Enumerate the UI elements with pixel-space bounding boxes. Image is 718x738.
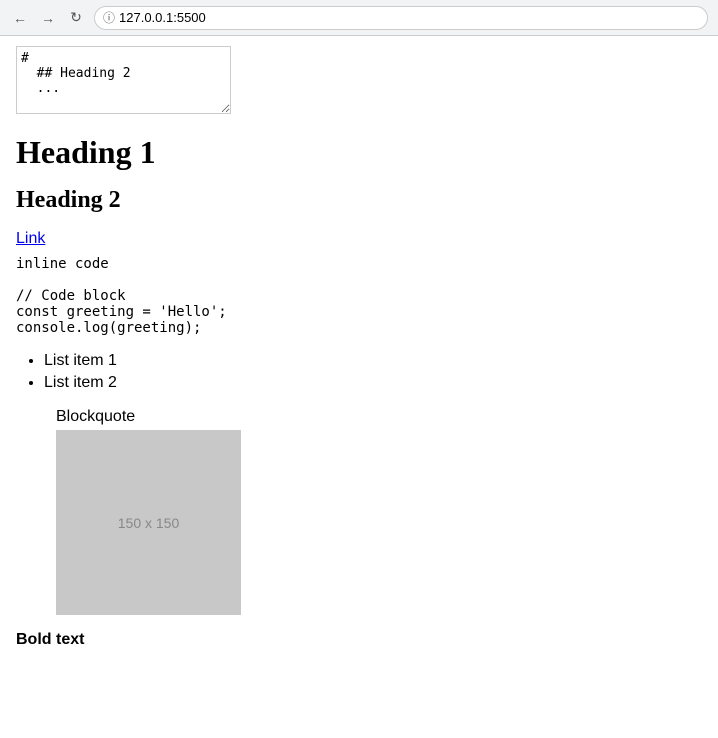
heading-2: Heading 2: [16, 187, 702, 214]
url-text: 127.0.0.1:5500: [119, 10, 206, 25]
placeholder-image: 150 x 150: [56, 430, 241, 615]
page-content: # ## Heading 2 ... Heading 1 Heading 2 L…: [0, 36, 718, 659]
forward-button[interactable]: →: [38, 8, 58, 28]
blockquote-label: Blockquote: [56, 408, 702, 426]
address-bar[interactable]: ⓘ 127.0.0.1:5500: [94, 6, 708, 30]
list-item: List item 1: [44, 352, 702, 370]
list-item: List item 2: [44, 374, 702, 392]
browser-chrome: ← → ↻ ⓘ 127.0.0.1:5500: [0, 0, 718, 36]
reload-button[interactable]: ↻: [66, 8, 86, 28]
markdown-editor[interactable]: # ## Heading 2 ...: [16, 46, 231, 114]
code-block: // Code block const greeting = 'Hello'; …: [16, 288, 702, 336]
heading-1: Heading 1: [16, 134, 702, 171]
back-button[interactable]: ←: [10, 8, 30, 28]
inline-code: inline code: [16, 256, 702, 272]
security-icon: ⓘ: [103, 9, 115, 26]
bold-text: Bold text: [16, 631, 702, 649]
blockquote-section: Blockquote 150 x 150: [56, 408, 702, 615]
demo-link[interactable]: Link: [16, 230, 702, 248]
demo-list: List item 1 List item 2: [44, 352, 702, 392]
